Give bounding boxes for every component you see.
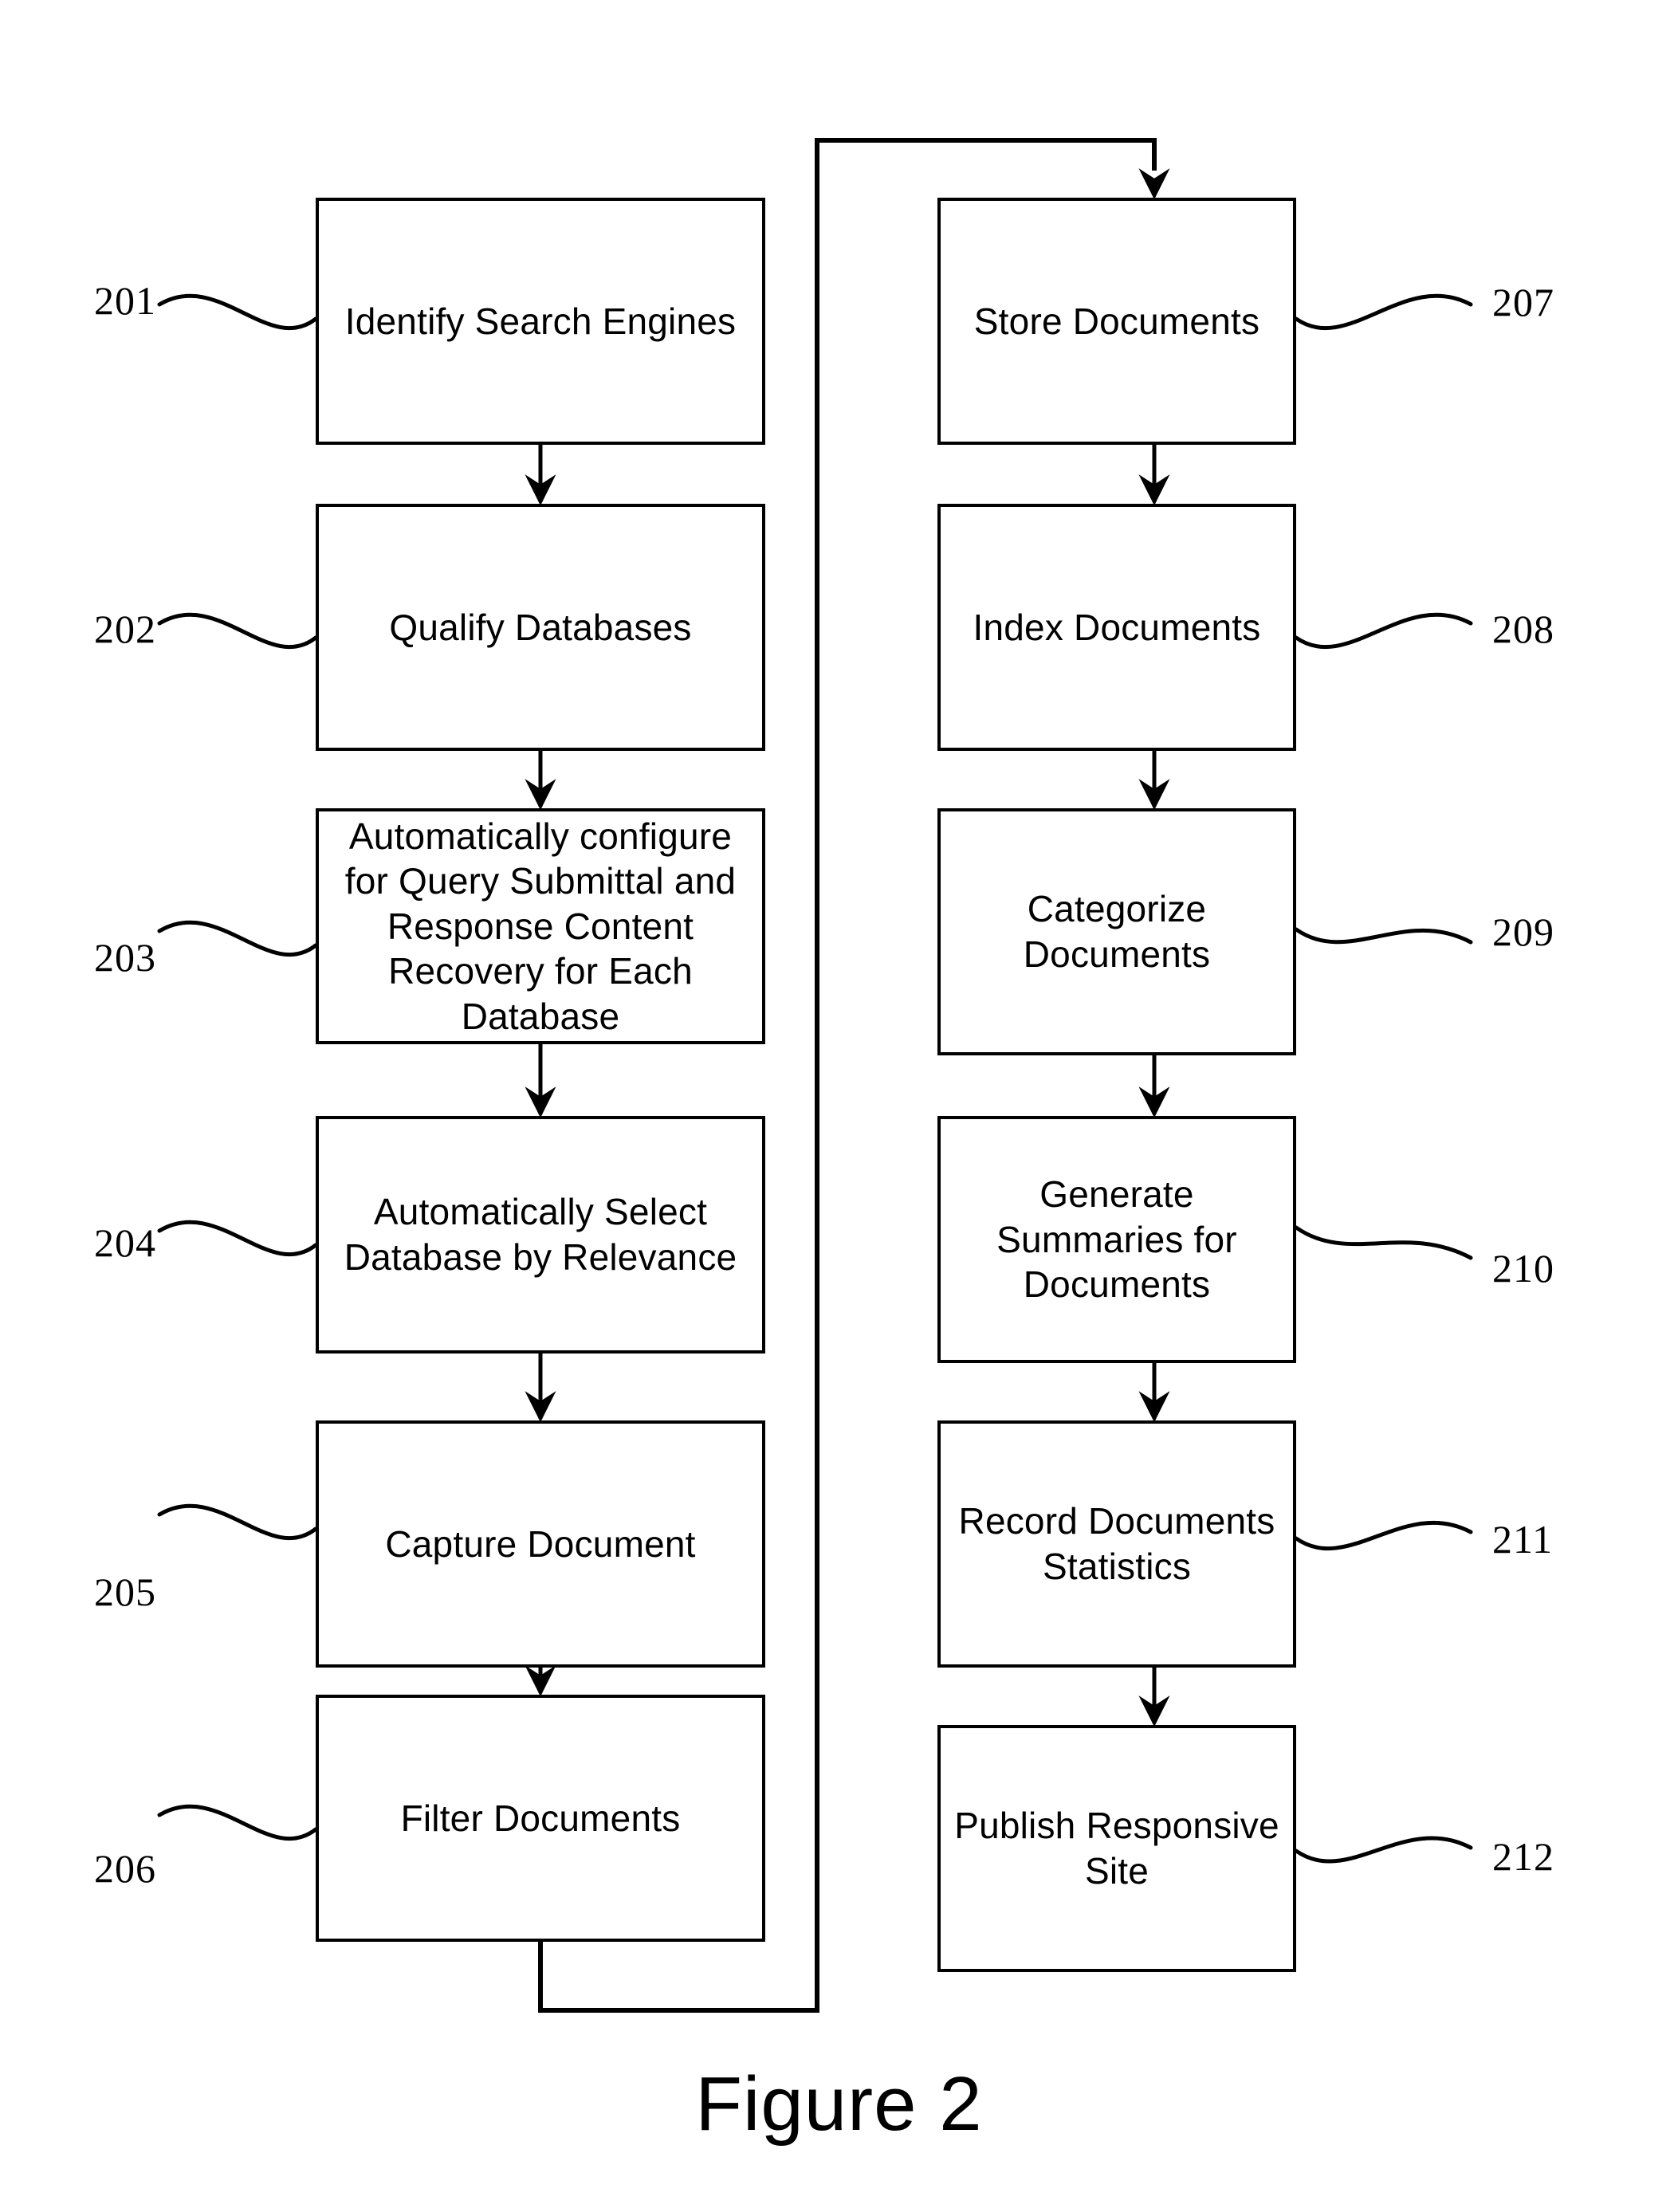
leader-line-207 (1294, 293, 1473, 331)
leader-line-210 (1294, 1225, 1473, 1260)
reference-numeral-206: 206 (94, 1846, 156, 1891)
leader-line-204 (157, 1220, 318, 1257)
leader-line-203 (157, 920, 318, 957)
reference-numeral-209: 209 (1492, 910, 1554, 954)
process-box-203: Automatically configure for Query Submit… (316, 808, 765, 1044)
patent-figure-canvas: Identify Search Engines Qualify Databases… (0, 0, 1678, 2212)
process-box-label-212: Publish Responsive Site (954, 1805, 1279, 1892)
process-box-label-204: Automatically Select Database by Relevan… (344, 1191, 737, 1278)
reference-numeral-211: 211 (1492, 1517, 1554, 1562)
leader-line-layer (157, 293, 1473, 1864)
process-box-208: Index Documents (937, 504, 1296, 751)
process-box-label-209: Categorize Documents (1023, 888, 1211, 975)
process-box-label-203: Automatically configure for Query Submit… (344, 815, 737, 1037)
reference-numeral-201: 201 (94, 278, 156, 323)
process-box-label-206: Filter Documents (400, 1797, 681, 1839)
process-box-204: Automatically Select Database by Relevan… (316, 1116, 765, 1354)
leader-line-206 (157, 1804, 318, 1841)
leader-line-211 (1294, 1521, 1473, 1550)
process-box-206: Filter Documents (316, 1695, 765, 1942)
process-box-label-211: Record Documents Statistics (958, 1500, 1275, 1587)
process-box-207: Store Documents (937, 198, 1296, 445)
leader-line-209 (1294, 927, 1473, 945)
reference-numeral-210: 210 (1492, 1246, 1554, 1291)
process-box-label-201: Identify Search Engines (344, 300, 737, 342)
reference-numeral-202: 202 (94, 607, 156, 651)
process-box-212: Publish Responsive Site (937, 1725, 1296, 1972)
leader-line-212 (1294, 1836, 1473, 1864)
process-box-201: Identify Search Engines (316, 198, 765, 445)
leader-line-201 (157, 293, 318, 331)
process-box-label-207: Store Documents (973, 300, 1260, 342)
reference-numeral-204: 204 (94, 1220, 156, 1265)
process-box-label-205: Capture Document (385, 1522, 696, 1565)
leader-line-205 (157, 1503, 318, 1541)
process-box-211: Record Documents Statistics (937, 1420, 1296, 1668)
leader-line-202 (157, 612, 318, 650)
process-box-209: Categorize Documents (937, 808, 1296, 1055)
process-box-210: Generate Summaries for Documents (937, 1116, 1296, 1363)
reference-numeral-208: 208 (1492, 607, 1554, 651)
reference-numeral-212: 212 (1492, 1834, 1554, 1879)
process-box-205: Capture Document (316, 1420, 765, 1668)
process-box-label-210: Generate Summaries for Documents (996, 1173, 1237, 1306)
figure-caption: Figure 2 (695, 2061, 983, 2147)
process-box-label-208: Index Documents (973, 606, 1261, 648)
leader-line-208 (1294, 612, 1473, 650)
reference-numeral-205: 205 (94, 1570, 156, 1614)
process-box-202: Qualify Databases (316, 504, 765, 751)
process-box-label-202: Qualify Databases (389, 606, 692, 648)
reference-numeral-207: 207 (1492, 280, 1554, 324)
reference-numeral-203: 203 (94, 935, 156, 980)
